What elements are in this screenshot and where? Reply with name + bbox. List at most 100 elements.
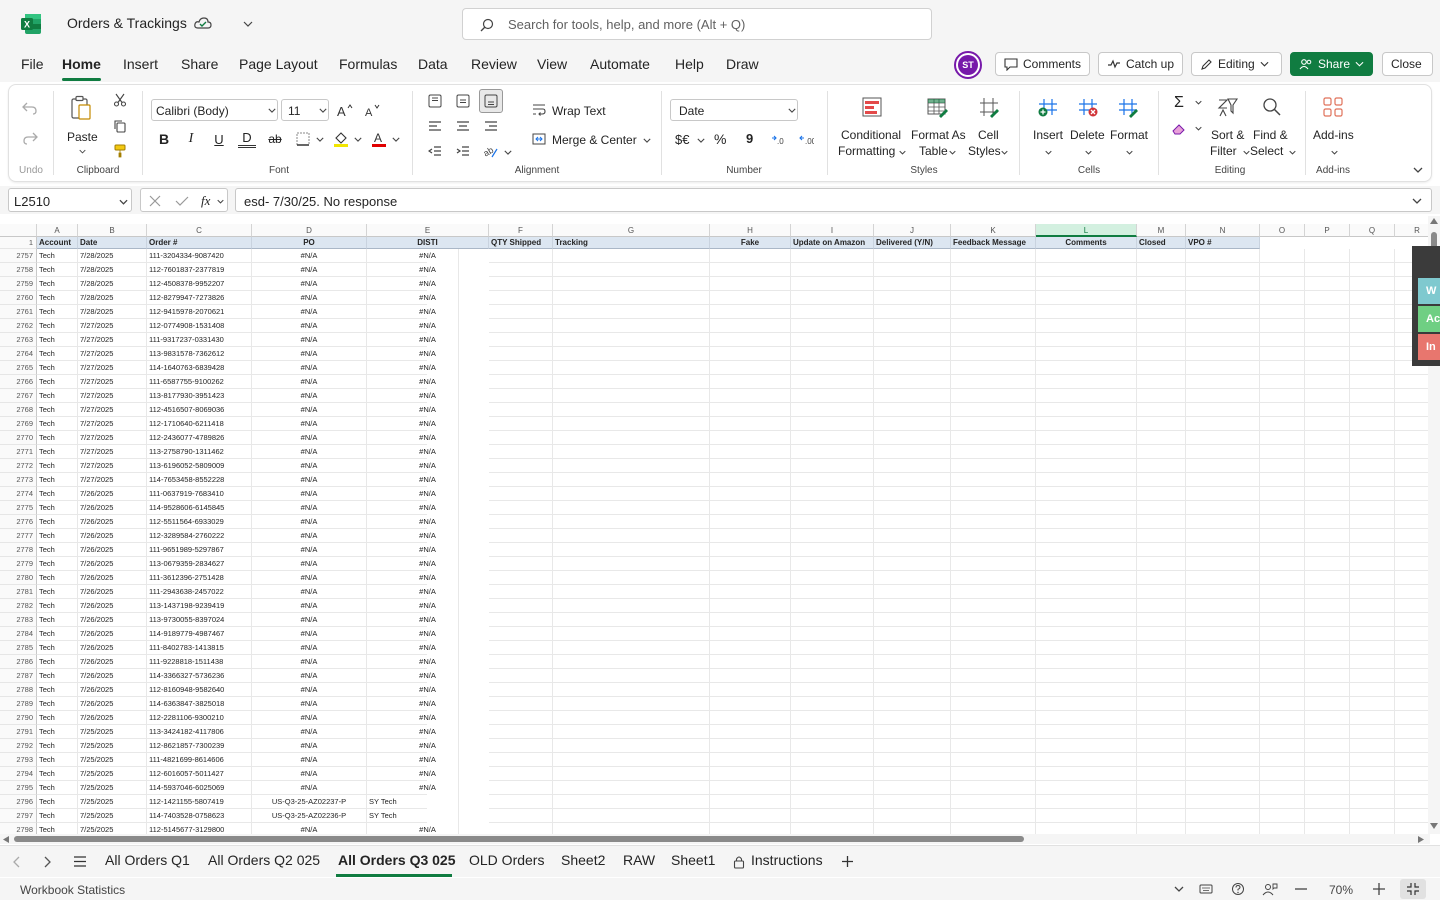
empty-cell[interactable]	[553, 809, 710, 823]
sheet-tab-raw[interactable]: RAW	[623, 852, 655, 868]
sort-filter-icon[interactable]	[1216, 95, 1240, 119]
cell[interactable]: 7/28/2025	[78, 249, 147, 263]
empty-cell[interactable]	[710, 697, 791, 711]
empty-cell[interactable]	[489, 809, 553, 823]
empty-cell[interactable]	[1305, 403, 1350, 417]
add-ins-button[interactable]: Add-ins	[1313, 128, 1354, 142]
fill-color-icon[interactable]	[331, 129, 351, 149]
empty-cell[interactable]	[1186, 515, 1260, 529]
empty-cell[interactable]	[874, 767, 951, 781]
cell[interactable]: 7/26/2025	[78, 529, 147, 543]
empty-cell[interactable]	[951, 599, 1036, 613]
empty-cell[interactable]	[710, 613, 791, 627]
empty-cell[interactable]	[489, 571, 553, 585]
empty-cell[interactable]	[1036, 487, 1137, 501]
empty-cell[interactable]	[1186, 753, 1260, 767]
table-header-cell[interactable]: Order #	[147, 237, 252, 249]
empty-cell[interactable]	[791, 641, 874, 655]
empty-cell[interactable]	[1036, 375, 1137, 389]
row-header[interactable]: 2797	[0, 809, 37, 823]
cell[interactable]: #N/A	[252, 627, 367, 641]
empty-cell[interactable]	[1186, 571, 1260, 585]
empty-cell[interactable]	[710, 767, 791, 781]
empty-cell[interactable]	[951, 263, 1036, 277]
empty-cell[interactable]	[1350, 585, 1395, 599]
empty-cell[interactable]	[489, 403, 553, 417]
cell[interactable]: 112-1421155-5807419	[147, 795, 252, 809]
side-tab-w[interactable]: W	[1418, 278, 1440, 304]
cell[interactable]: #N/A	[252, 655, 367, 669]
cell[interactable]: #N/A	[252, 613, 367, 627]
table-header-cell[interactable]: Date	[78, 237, 147, 249]
empty-cell[interactable]	[1036, 697, 1137, 711]
undo-icon[interactable]	[21, 99, 39, 117]
empty-cell[interactable]	[1260, 389, 1305, 403]
empty-cell[interactable]	[874, 291, 951, 305]
empty-cell[interactable]	[791, 487, 874, 501]
empty-cell[interactable]	[874, 389, 951, 403]
empty-cell[interactable]	[1186, 501, 1260, 515]
share-button[interactable]: Share	[1290, 52, 1373, 76]
column-header[interactable]: I	[791, 224, 874, 237]
empty-cell[interactable]	[1305, 445, 1350, 459]
empty-cell[interactable]	[1036, 725, 1137, 739]
empty-cell[interactable]	[553, 431, 710, 445]
underline-icon[interactable]: U	[210, 130, 228, 148]
cell[interactable]: #N/A	[252, 543, 367, 557]
cell[interactable]: 114-9528606-6145845	[147, 501, 252, 515]
empty-cell[interactable]	[553, 473, 710, 487]
column-header[interactable]: F	[489, 224, 553, 237]
empty-cell[interactable]	[1186, 627, 1260, 641]
row-header[interactable]: 2759	[0, 277, 37, 291]
empty-cell[interactable]	[1260, 305, 1305, 319]
empty-cell[interactable]	[1305, 641, 1350, 655]
cell[interactable]: 7/26/2025	[78, 627, 147, 641]
cell[interactable]: 7/27/2025	[78, 473, 147, 487]
empty-cell[interactable]	[710, 375, 791, 389]
row-header[interactable]: 2757	[0, 249, 37, 263]
row-header[interactable]: 2790	[0, 711, 37, 725]
empty-cell[interactable]	[1260, 375, 1305, 389]
empty-cell[interactable]	[1305, 473, 1350, 487]
empty-cell[interactable]	[1305, 389, 1350, 403]
cell[interactable]: #N/A	[397, 725, 459, 739]
cell[interactable]: Tech	[37, 599, 78, 613]
empty-cell[interactable]	[1036, 263, 1137, 277]
chevron-down-icon[interactable]	[353, 135, 363, 143]
cell[interactable]: 7/27/2025	[78, 347, 147, 361]
cell[interactable]: #N/A	[252, 515, 367, 529]
cell[interactable]: 114-7403528-0758623	[147, 809, 252, 823]
empty-cell[interactable]	[874, 711, 951, 725]
empty-cell[interactable]	[951, 347, 1036, 361]
empty-cell[interactable]	[1395, 599, 1430, 613]
avatar[interactable]: ST	[954, 51, 982, 79]
empty-cell[interactable]	[1137, 529, 1186, 543]
row-header[interactable]: 2765	[0, 361, 37, 375]
empty-cell[interactable]	[874, 627, 951, 641]
empty-cell[interactable]	[1260, 501, 1305, 515]
next-sheet-icon[interactable]	[44, 856, 52, 868]
chevron-down-icon[interactable]	[642, 136, 652, 144]
empty-cell[interactable]	[791, 739, 874, 753]
cell[interactable]: #N/A	[252, 249, 367, 263]
empty-cell[interactable]	[951, 767, 1036, 781]
scroll-down-icon[interactable]	[1430, 823, 1438, 829]
empty-cell[interactable]	[553, 571, 710, 585]
cell[interactable]: Tech	[37, 711, 78, 725]
empty-cell[interactable]	[1186, 263, 1260, 277]
empty-cell[interactable]	[1305, 557, 1350, 571]
row-header[interactable]: 2777	[0, 529, 37, 543]
empty-cell[interactable]	[1137, 417, 1186, 431]
row-header[interactable]: 2789	[0, 697, 37, 711]
row-header[interactable]: 2779	[0, 557, 37, 571]
cell[interactable]: 7/27/2025	[78, 389, 147, 403]
empty-cell[interactable]	[874, 473, 951, 487]
cell[interactable]: #N/A	[397, 739, 459, 753]
empty-cell[interactable]	[1305, 277, 1350, 291]
empty-cell[interactable]	[1137, 347, 1186, 361]
empty-cell[interactable]	[874, 655, 951, 669]
row-header[interactable]: 2776	[0, 515, 37, 529]
empty-cell[interactable]	[1350, 445, 1395, 459]
excel-logo-icon[interactable]: X	[20, 13, 42, 35]
row-header[interactable]: 2786	[0, 655, 37, 669]
